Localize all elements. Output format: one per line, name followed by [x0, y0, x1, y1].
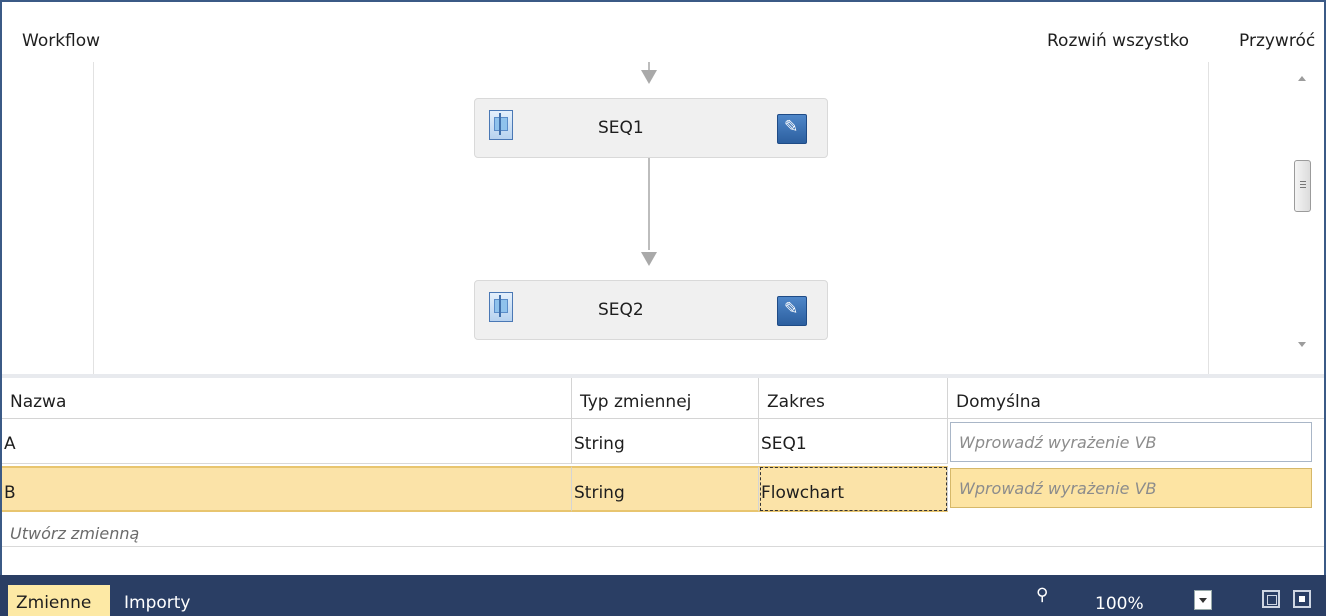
arrow-down-icon: [641, 252, 657, 266]
edit-seq2-button[interactable]: ✎: [777, 296, 807, 326]
zoom-dropdown[interactable]: [1194, 590, 1212, 610]
restore-link[interactable]: Przywróć: [1239, 31, 1315, 51]
designer-title: Workflow: [22, 31, 101, 51]
canvas-left-gutter: [2, 62, 94, 374]
expand-all-link[interactable]: Rozwiń wszystko: [1047, 31, 1189, 51]
column-header-type[interactable]: Typ zmiennej: [572, 378, 759, 419]
scroll-down-icon[interactable]: [1298, 342, 1306, 347]
scope-cell[interactable]: Flowchart: [759, 466, 948, 512]
name-cell[interactable]: B: [2, 466, 572, 512]
canvas-right-gutter: [1208, 62, 1209, 374]
canvas-vertical-scrollbar[interactable]: [1292, 62, 1322, 374]
activity-label: SEQ1: [598, 118, 644, 138]
magnifier-icon[interactable]: ⚲: [1036, 585, 1048, 605]
grid-divider: [2, 546, 1324, 547]
column-header-name[interactable]: Nazwa: [2, 378, 572, 419]
type-cell[interactable]: String: [572, 419, 759, 464]
scroll-up-icon[interactable]: [1298, 76, 1306, 81]
variables-grid: Nazwa Typ zmiennej Zakres Domyślna A Str…: [2, 374, 1324, 574]
column-header-default[interactable]: Domyślna: [948, 378, 1324, 419]
activity-label: SEQ2: [598, 300, 644, 320]
default-value-input[interactable]: Wprowadź wyrażenie VB: [950, 422, 1312, 462]
fit-to-screen-icon[interactable]: [1262, 590, 1280, 608]
connector-line: [648, 158, 650, 250]
tab-imports[interactable]: Importy: [112, 585, 222, 616]
designer-header: Workflow Rozwiń wszystko Przywróć: [2, 2, 1324, 62]
overview-icon[interactable]: [1293, 590, 1311, 608]
type-cell[interactable]: String: [572, 466, 759, 512]
zoom-level: 100%: [1095, 594, 1144, 614]
sequence-icon: [489, 110, 513, 140]
scroll-thumb[interactable]: [1294, 160, 1311, 212]
scope-cell[interactable]: SEQ1: [759, 419, 948, 464]
grip-icon: [1300, 181, 1306, 182]
edit-seq1-button[interactable]: ✎: [777, 114, 807, 144]
arrow-down-icon: [641, 70, 657, 84]
pencil-icon: ✎: [784, 299, 799, 319]
workflow-canvas[interactable]: SEQ1 ✎ SEQ2 ✎: [2, 62, 1324, 374]
activity-seq1[interactable]: SEQ1 ✎: [474, 98, 828, 158]
create-variable-link[interactable]: Utwórz zmienną: [10, 524, 139, 543]
name-cell[interactable]: A: [2, 419, 572, 464]
pencil-icon: ✎: [784, 117, 799, 137]
sequence-icon: [489, 292, 513, 322]
activity-seq2[interactable]: SEQ2 ✎: [474, 280, 828, 340]
column-header-scope[interactable]: Zakres: [759, 378, 948, 419]
default-value-input[interactable]: Wprowadź wyrażenie VB: [950, 468, 1312, 508]
designer-statusbar: Zmienne Importy ⚲ 100%: [0, 575, 1326, 616]
tab-variables[interactable]: Zmienne: [8, 585, 110, 616]
